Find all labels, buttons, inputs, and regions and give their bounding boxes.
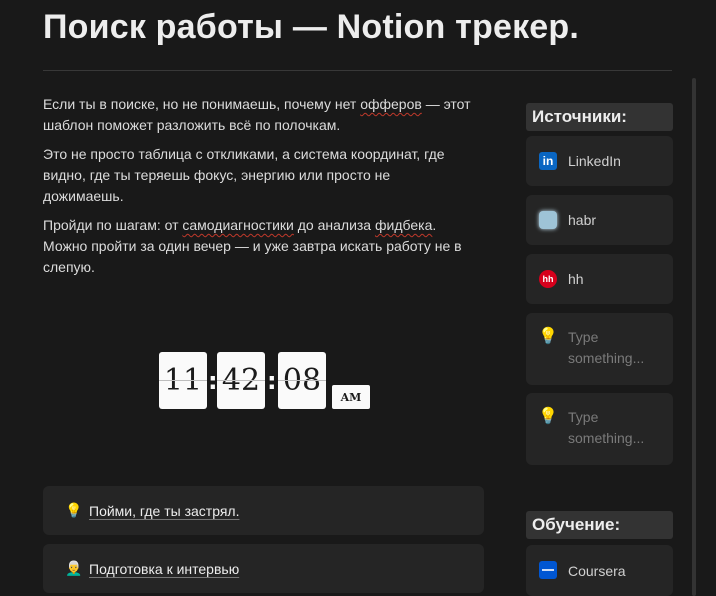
hh-icon: hh [539, 270, 557, 288]
spellcheck-word[interactable]: самодиагностики [182, 217, 293, 233]
source-label: Coursera [568, 563, 626, 579]
intro-text: Если ты в поиске, но не понимаешь, почем… [43, 94, 473, 286]
clock-hours: 11 [159, 352, 207, 409]
learning-heading: Обучение: [526, 511, 673, 539]
intro-paragraph-2: Это не просто таблица с откликами, а сис… [43, 146, 445, 204]
lightbulb-icon: 💡 [65, 502, 83, 518]
source-hh[interactable]: hh hh [526, 254, 673, 304]
lightbulb-icon: 💡 [538, 408, 558, 425]
intro-paragraph-1: Если ты в поиске, но не понимаешь, почем… [43, 94, 473, 136]
learning-coursera[interactable]: Coursera [526, 545, 673, 596]
page-title: Поиск работы — Notion трекер. [43, 8, 580, 46]
toggle-label: Подготовка к интервью [89, 560, 240, 577]
intro-paragraph-3: Пройди по шагам: от самодиагностики до а… [43, 215, 473, 278]
intro-text-segment: Пройди по шагам: от [43, 217, 183, 233]
intro-text-segment: Если ты в поиске, но не понимаешь, почем… [43, 96, 361, 112]
placeholder-text: Type something... [568, 329, 645, 366]
toggle-label: Пойми, где ты застрял. [89, 502, 240, 519]
toggle-interview-prep[interactable]: 👨‍🦳 Подготовка к интервью [43, 544, 484, 593]
spellcheck-word[interactable]: офферов [360, 96, 422, 112]
source-habr[interactable]: habr [526, 195, 673, 245]
source-placeholder[interactable]: 💡 Type something... [526, 393, 673, 465]
clock-ampm: AM [332, 385, 370, 409]
toggle-stuck[interactable]: 💡 Пойми, где ты застрял. [43, 486, 484, 535]
habr-icon [539, 211, 557, 229]
clock-separator: : [267, 367, 277, 395]
source-linkedin[interactable]: in LinkedIn [526, 136, 673, 186]
source-label: hh [568, 271, 584, 287]
linkedin-icon: in [539, 152, 557, 170]
clock-seconds: 08 [278, 352, 326, 409]
clock-minutes: 42 [217, 352, 265, 409]
clock-separator: : [208, 367, 218, 395]
scrollbar[interactable] [692, 78, 696, 596]
source-label: LinkedIn [568, 153, 621, 169]
divider [43, 70, 672, 71]
coursera-icon [539, 561, 557, 579]
source-placeholder[interactable]: 💡 Type something... [526, 313, 673, 385]
sources-heading: Источники: [526, 103, 673, 131]
placeholder-text: Type something... [568, 409, 645, 446]
spellcheck-word[interactable]: фидбека [375, 217, 432, 233]
source-label: habr [568, 212, 597, 228]
intro-text-segment: до анализа [293, 217, 375, 233]
person-emoji-icon: 👨‍🦳 [65, 560, 83, 576]
lightbulb-icon: 💡 [538, 328, 558, 345]
